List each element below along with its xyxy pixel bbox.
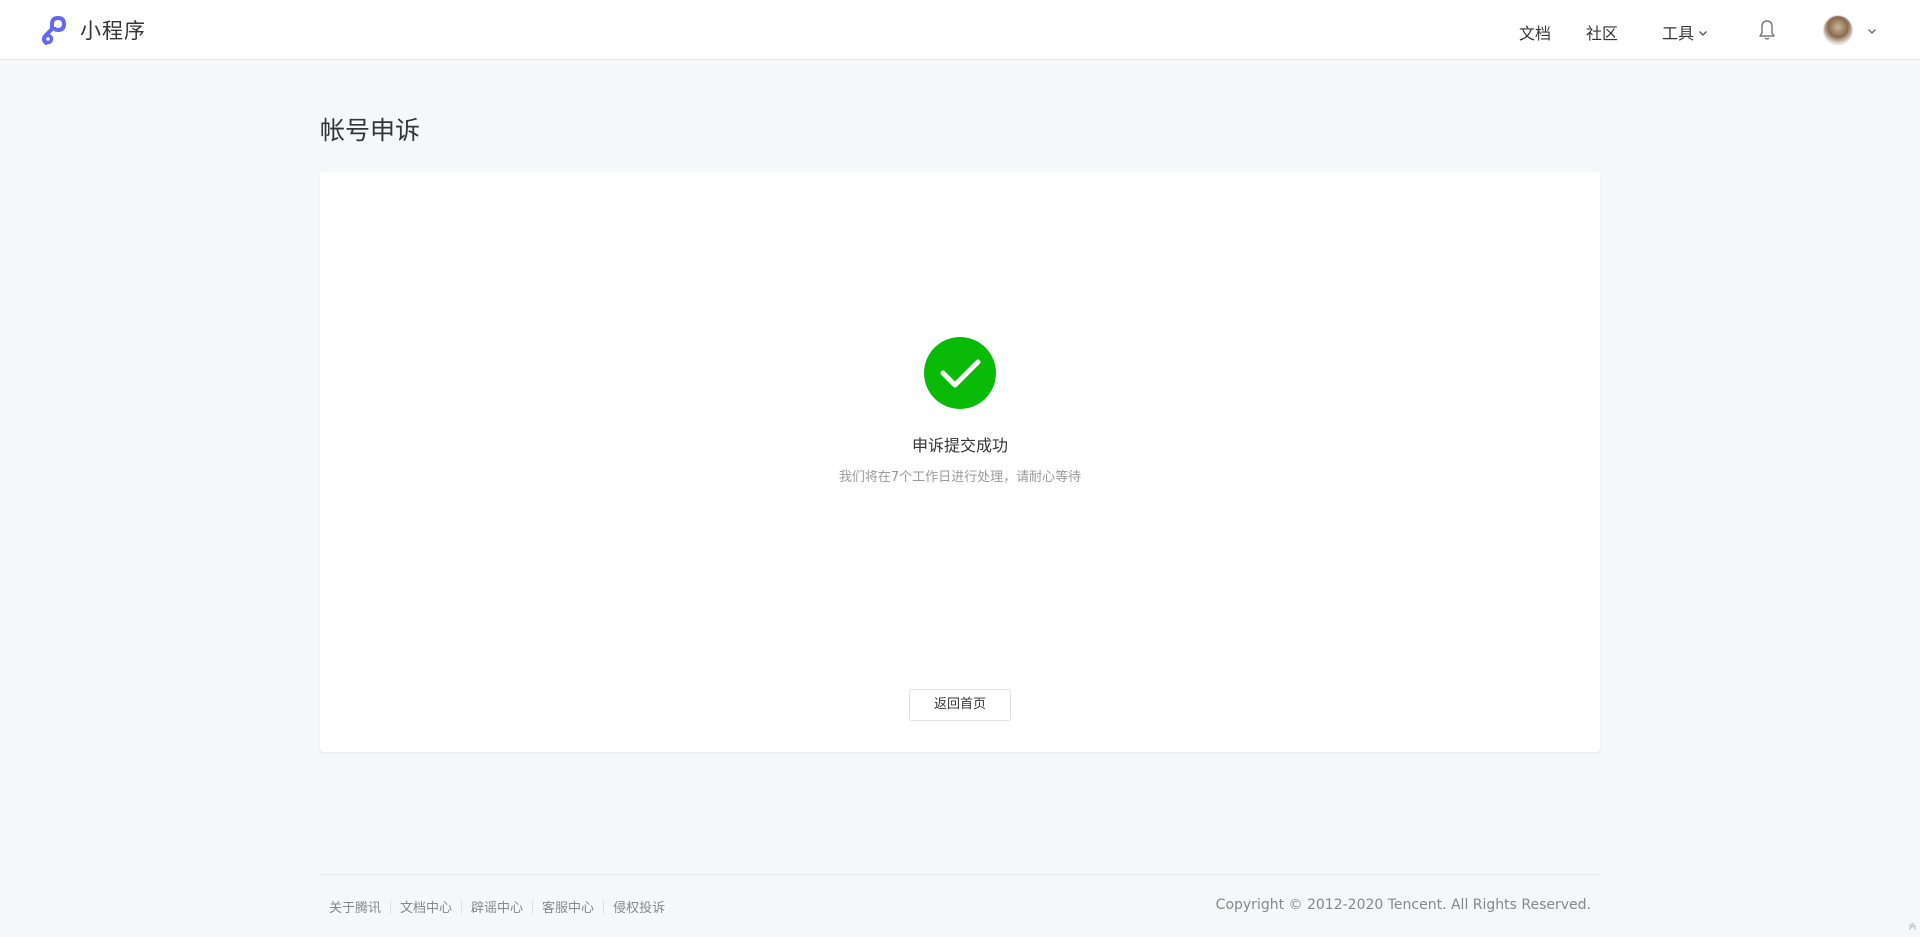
- nav-docs[interactable]: 文档: [1519, 20, 1551, 44]
- footer-links: 关于腾讯 文档中心 辟谣中心 客服中心 侵权投诉: [329, 897, 674, 916]
- chevron-down-icon: [1853, 21, 1877, 40]
- copyright: Copyright © 2012-2020 Tencent. All Right…: [1215, 897, 1591, 913]
- footer-link-docs[interactable]: 文档中心: [391, 897, 461, 916]
- top-navbar: 小程序 文档 社区 工具: [0, 0, 1920, 60]
- checkmark-circle-icon: [923, 336, 997, 414]
- miniprogram-logo-icon: [39, 14, 71, 46]
- avatar: [1823, 15, 1853, 45]
- footer-link-rumor[interactable]: 辟谣中心: [462, 897, 532, 916]
- back-home-button[interactable]: 返回首页: [909, 689, 1011, 721]
- result-card: 申诉提交成功 我们将在7个工作日进行处理，请耐心等待 返回首页: [320, 172, 1600, 752]
- footer-link-about[interactable]: 关于腾讯: [329, 897, 390, 916]
- nav-tools[interactable]: 工具: [1662, 20, 1708, 44]
- brand[interactable]: 小程序: [39, 14, 146, 46]
- footer-link-service[interactable]: 客服中心: [533, 897, 603, 916]
- chevron-down-icon: [1694, 23, 1708, 42]
- footer-link-infringement[interactable]: 侵权投诉: [604, 897, 674, 916]
- nav-community[interactable]: 社区: [1586, 20, 1618, 44]
- footer-divider: [320, 874, 1600, 875]
- brand-name: 小程序: [80, 19, 146, 43]
- nav-tools-label: 工具: [1662, 24, 1695, 43]
- result-title: 申诉提交成功: [911, 436, 1008, 455]
- page-title: 帐号申诉: [320, 116, 421, 145]
- bell-icon[interactable]: [1758, 19, 1776, 45]
- account-menu[interactable]: [1823, 15, 1877, 45]
- back-to-top-icon[interactable]: [1908, 921, 1917, 933]
- result-description: 我们将在7个工作日进行处理，请耐心等待: [838, 470, 1082, 485]
